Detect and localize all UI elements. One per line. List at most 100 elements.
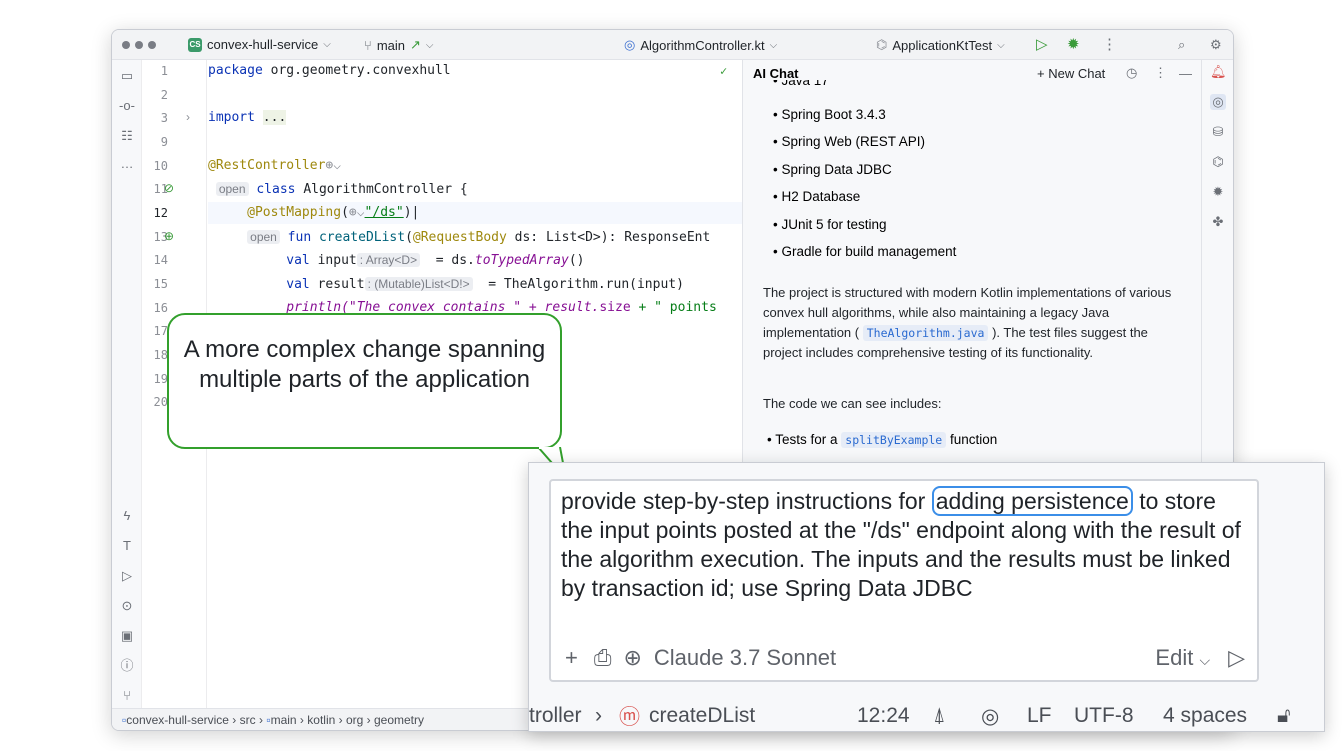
callout-bubble: A more complex change spanning multiple … bbox=[167, 313, 562, 449]
run-icon[interactable]: ▷ bbox=[1036, 35, 1048, 53]
zoomed-prompt-panel: provide step-by-step instructions for ad… bbox=[528, 462, 1325, 732]
problems-icon[interactable]: ⓘ bbox=[119, 658, 135, 674]
more-icon[interactable]: ⋮ bbox=[1154, 65, 1167, 81]
line-number: 1 bbox=[160, 64, 168, 78]
chat-input[interactable]: provide step-by-step instructions for ad… bbox=[549, 479, 1259, 682]
debug-icon[interactable]: ✹ bbox=[1210, 184, 1226, 200]
ai-status-icon[interactable]: ◎ bbox=[981, 704, 999, 729]
branch-name: main bbox=[376, 37, 405, 53]
code-line: val input: Array<D> = ds.toTypedArray() bbox=[286, 253, 585, 268]
line-number: 12 bbox=[153, 206, 168, 220]
search-icon[interactable]: ⌕ bbox=[1178, 37, 1185, 53]
bookmark-icon[interactable]: ⎙ bbox=[594, 645, 612, 671]
arrow-up-right-icon: ↗ bbox=[410, 37, 421, 52]
file-encoding[interactable]: UTF-8 bbox=[1074, 704, 1134, 728]
line-number: 2 bbox=[160, 88, 168, 102]
spring-bean-icon[interactable]: ⊘ bbox=[164, 181, 174, 195]
list-item: • Gradle for build management bbox=[773, 244, 957, 259]
project-name: convex-hull-service bbox=[207, 37, 319, 52]
code-line: open fun createDList(@RequestBody ds: Li… bbox=[208, 226, 710, 248]
breadcrumb-item[interactable]: convex-hull-service bbox=[126, 713, 229, 727]
chevron-down-icon: ⌵ bbox=[997, 39, 1005, 51]
list-item: • Spring Boot 3.4.3 bbox=[773, 107, 886, 122]
folder-icon[interactable]: ▭ bbox=[119, 68, 135, 84]
caret-position[interactable]: 12:24 bbox=[857, 704, 910, 728]
settings-icon[interactable]: ⚙ bbox=[1210, 37, 1222, 53]
breadcrumb-item[interactable]: troller bbox=[529, 704, 582, 728]
plus-icon: + bbox=[1037, 65, 1049, 81]
chat-title: AI Chat bbox=[753, 65, 799, 81]
chevron-down-icon: ⌵ bbox=[1199, 652, 1211, 668]
file-selector[interactable]: ◎ AlgorithmController.kt ⌵ bbox=[624, 37, 777, 53]
prompt-text: provide step-by-step instructions for ad… bbox=[561, 486, 1241, 601]
callout-text: A more complex change spanning multiple … bbox=[183, 336, 546, 393]
breadcrumb-item[interactable]: main bbox=[271, 713, 297, 727]
send-icon[interactable]: ▷ bbox=[1228, 645, 1245, 671]
file-name: AlgorithmController.kt bbox=[640, 37, 765, 53]
vcs-icon[interactable]: ⍋ bbox=[933, 704, 946, 728]
window-menu-dots[interactable] bbox=[122, 41, 161, 49]
line-number: 10 bbox=[153, 159, 168, 173]
function-icon: ⓜ bbox=[619, 706, 640, 729]
globe-icon[interactable]: ⊕ bbox=[623, 645, 641, 671]
mode-label: Edit bbox=[1155, 645, 1194, 670]
zoomed-status-bar: troller › ⓜ createDList 12:24 ⍋ ◎ LF UTF… bbox=[529, 699, 1324, 731]
endpoints-icon[interactable]: ⌬ bbox=[1210, 154, 1226, 170]
breadcrumb-item[interactable]: org bbox=[346, 713, 363, 727]
notifications-icon[interactable]: 🔔︎ bbox=[1210, 64, 1227, 80]
services-icon[interactable]: ⊙ bbox=[119, 598, 135, 614]
list-item: • Java 17 bbox=[773, 80, 829, 88]
indent-setting[interactable]: 4 spaces bbox=[1163, 704, 1247, 728]
gradle-icon[interactable]: ✤ bbox=[1210, 214, 1226, 230]
line-number: 3 bbox=[160, 111, 168, 125]
plus-icon[interactable]: + bbox=[565, 645, 578, 671]
chevron-down-icon: ⌵ bbox=[769, 39, 778, 51]
model-selector[interactable]: Claude 3.7 Sonnet bbox=[654, 645, 836, 671]
check-icon: ✓ bbox=[720, 64, 728, 78]
list-item: • Spring Web (REST API) bbox=[773, 134, 926, 149]
lightning-icon[interactable]: ϟ bbox=[119, 508, 135, 524]
commit-icon[interactable]: -o- bbox=[119, 98, 135, 114]
line-ending[interactable]: LF bbox=[1027, 704, 1052, 728]
new-chat-button[interactable]: + New Chat bbox=[1037, 66, 1105, 81]
list-item: • Tests for a splitByExample function bbox=[767, 432, 998, 448]
build-icon[interactable]: T bbox=[119, 538, 135, 554]
more-icon[interactable]: ⋮ bbox=[1102, 35, 1117, 53]
more-tools-icon[interactable]: … bbox=[119, 156, 135, 172]
line-number: 14 bbox=[153, 253, 168, 267]
breadcrumb-item[interactable]: geometry bbox=[374, 713, 424, 727]
breadcrumb-item[interactable]: createDList bbox=[649, 704, 755, 728]
code-line: open class AlgorithmController { bbox=[208, 178, 468, 200]
line-number: 18 bbox=[153, 348, 168, 362]
line-number: 20 bbox=[153, 395, 168, 409]
fold-chevron-icon[interactable]: › bbox=[186, 110, 190, 124]
mode-selector[interactable]: Edit ⌵ bbox=[1155, 645, 1210, 671]
history-icon[interactable]: ◷ bbox=[1126, 65, 1137, 81]
breadcrumb-item[interactable]: src bbox=[240, 713, 256, 727]
branch-selector[interactable]: ⑂ main ↗ ⌵ bbox=[364, 37, 434, 53]
database-icon[interactable]: ⛁ bbox=[1210, 124, 1226, 140]
breadcrumb-item[interactable]: kotlin bbox=[307, 713, 335, 727]
debug-icon[interactable]: ✹ bbox=[1067, 35, 1080, 53]
structure-icon[interactable]: ☷ bbox=[119, 128, 135, 144]
git-icon[interactable]: ⑂ bbox=[119, 688, 135, 704]
branch-icon: ⑂ bbox=[364, 37, 372, 53]
list-item: • Spring Data JDBC bbox=[773, 162, 892, 177]
run-config-selector[interactable]: ⌬ ApplicationKtTest ⌵ bbox=[876, 37, 1005, 53]
code-line: import ... bbox=[208, 110, 287, 125]
chat-paragraph: The code we can see includes: bbox=[763, 396, 942, 411]
list-item: • JUnit 5 for testing bbox=[773, 217, 887, 232]
project-icon: CS bbox=[188, 37, 202, 52]
chevron-right-icon: › bbox=[595, 704, 602, 727]
minimize-icon[interactable]: — bbox=[1179, 66, 1192, 81]
left-tool-bar: ▭ -o- ☷ … ϟ T ▷ ⊙ ▣ ⓘ ⑂ bbox=[112, 60, 142, 708]
list-item: • H2 Database bbox=[773, 189, 861, 204]
run-tool-icon[interactable]: ▷ bbox=[119, 568, 135, 584]
globe-icon: ⊕⌵ bbox=[348, 205, 365, 220]
ai-assistant-icon[interactable]: ◎ bbox=[1210, 94, 1226, 110]
endpoint-icon[interactable]: ⊕ bbox=[164, 229, 174, 243]
code-line: @RestController⊕⌵ bbox=[208, 158, 342, 173]
lock-icon[interactable]: 🔓︎ bbox=[1277, 704, 1291, 728]
terminal-icon[interactable]: ▣ bbox=[119, 628, 135, 644]
project-selector[interactable]: CS convex-hull-service ⌵ bbox=[188, 37, 331, 52]
